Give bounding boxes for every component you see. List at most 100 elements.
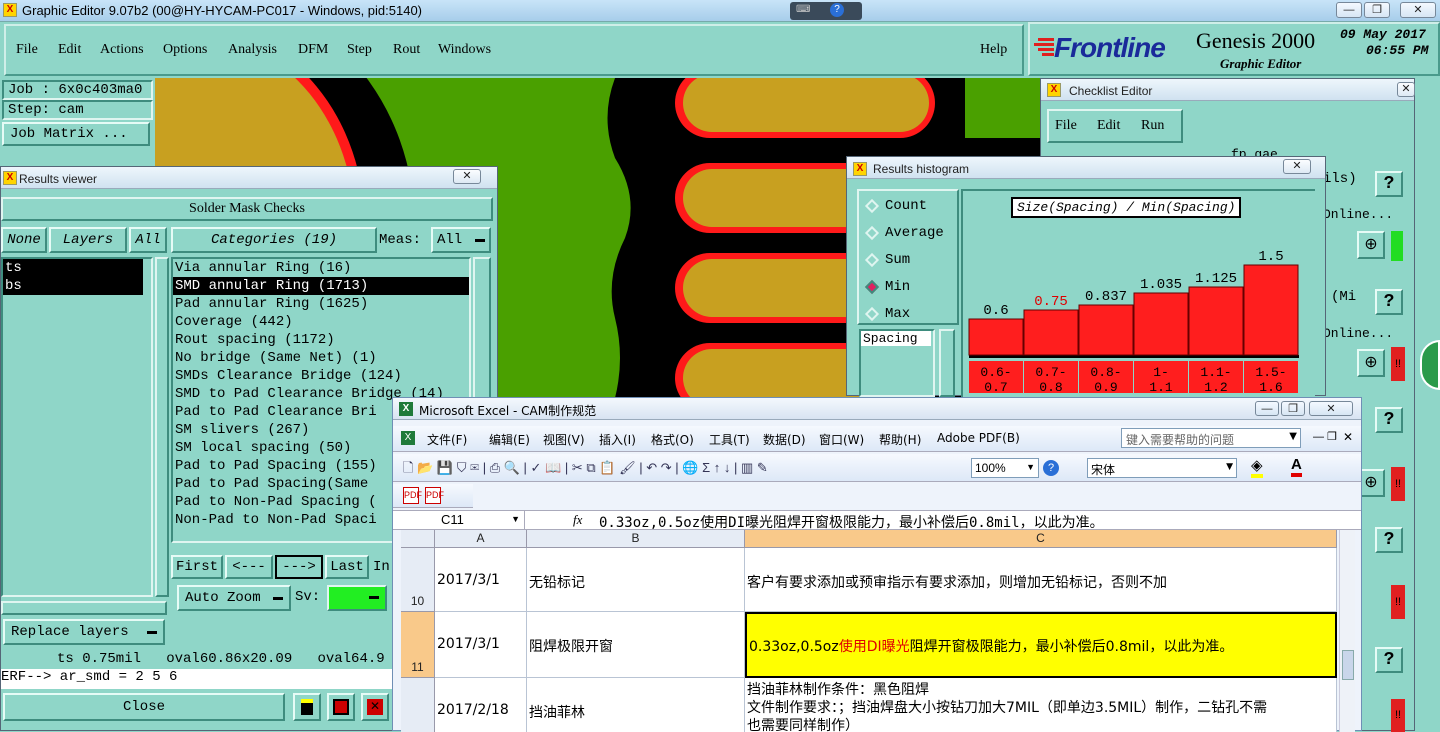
doc-restore-icon[interactable]: ❐	[1327, 430, 1337, 443]
all-button[interactable]: All	[129, 227, 167, 253]
table-cell[interactable]: 挡油菲林制作条件：黑色阻焊 文件制作要求：；挡油焊盘大小按钻刀加大7MIL（即单…	[745, 678, 1337, 732]
spelling-icon[interactable]: ✓	[531, 460, 542, 475]
table-cell[interactable]: 客户有要求添加或预审指示有要求添加，则增加无铅标记，否则不加	[745, 548, 1337, 612]
tool-button-2[interactable]	[327, 693, 355, 721]
tool-button-1[interactable]	[293, 693, 321, 721]
checklist-menu-file[interactable]: File	[1055, 118, 1077, 134]
excel-menu-item[interactable]: 数据(D)	[763, 431, 806, 448]
option-max[interactable]: Max	[864, 305, 955, 325]
help-circle-icon[interactable]: ?	[830, 3, 844, 17]
measure-item[interactable]: Spacing	[861, 331, 931, 346]
layer-item[interactable]: ts	[3, 259, 143, 277]
checklist-help-button-1[interactable]: ?	[1375, 171, 1403, 197]
histogram-close-button[interactable]: ✕	[1283, 159, 1311, 174]
side-float-button[interactable]	[1420, 340, 1440, 390]
table-cell[interactable]: 2017/3/1	[435, 612, 527, 678]
histogram-bar[interactable]	[1188, 286, 1244, 356]
layer-item[interactable]: bs	[3, 277, 143, 295]
previous-button[interactable]: <---	[225, 555, 273, 579]
layers-button[interactable]: Layers	[49, 227, 127, 253]
auto-zoom-dropdown[interactable]: Auto Zoom	[177, 585, 291, 611]
drawing-icon[interactable]: ✎	[757, 460, 768, 475]
restore-button[interactable]: ❐	[1364, 2, 1390, 18]
checklist-help-button-5[interactable]: ?	[1375, 647, 1403, 673]
category-item[interactable]: Rout spacing (1172)	[173, 331, 469, 349]
sv-color-dropdown[interactable]	[327, 585, 387, 611]
next-button[interactable]: --->	[275, 555, 323, 579]
category-item[interactable]: SMDs Clearance Bridge (124)	[173, 367, 469, 385]
undo-icon[interactable]: ↶	[646, 460, 657, 475]
print-preview-icon[interactable]: 🔍	[504, 460, 520, 475]
sort-descending-icon[interactable]: ↓	[724, 460, 731, 475]
select-all-corner[interactable]	[401, 530, 435, 548]
in-button[interactable]: In	[373, 559, 390, 575]
tool-button-3[interactable]: ✕	[361, 693, 389, 721]
zoom-dropdown[interactable]: 100% ▼	[971, 458, 1039, 478]
histogram-bar[interactable]	[968, 318, 1024, 356]
table-cell[interactable]: 挡油菲林	[527, 678, 745, 732]
histogram-bar[interactable]	[1078, 304, 1134, 356]
menu-actions[interactable]: Actions	[100, 42, 144, 58]
new-icon[interactable]: 🗋	[403, 460, 413, 475]
help-icon[interactable]: ?	[1043, 460, 1059, 476]
histogram-bar[interactable]	[1133, 292, 1189, 356]
option-min[interactable]: Min	[864, 278, 955, 298]
row-header-12[interactable]	[401, 678, 435, 732]
excel-vertical-scrollbar[interactable]	[1339, 530, 1355, 732]
formula-content[interactable]: 0.33oz,0.5oz使用DI曝光阻焊开窗极限能力，最小补偿后0.8mil，以…	[599, 512, 1104, 532]
row-header-10[interactable]: 10	[401, 548, 435, 612]
category-item[interactable]: Pad annular Ring (1625)	[173, 295, 469, 313]
keyboard-icon[interactable]: ⌨	[796, 4, 810, 15]
excel-menu-item[interactable]: Adobe PDF(B)	[937, 431, 1020, 445]
meas-dropdown[interactable]: All	[431, 227, 491, 253]
table-cell[interactable]: 2017/2/18	[435, 678, 527, 732]
replace-layers-dropdown[interactable]: Replace layers	[3, 619, 165, 645]
research-icon[interactable]: 📖	[545, 460, 561, 475]
column-header-a[interactable]: A	[435, 530, 527, 548]
excel-menu-item[interactable]: 帮助(H)	[879, 431, 921, 448]
menu-file[interactable]: File	[16, 42, 38, 58]
category-item[interactable]: SMD annular Ring (1713)	[173, 277, 469, 295]
fx-icon[interactable]: fx	[573, 512, 582, 528]
font-color-icon[interactable]: A	[1291, 457, 1302, 477]
doc-close-icon[interactable]: ✕	[1343, 430, 1353, 444]
excel-menu-item[interactable]: 工具(T)	[709, 431, 750, 448]
excel-menu-item[interactable]: 视图(V)	[543, 431, 585, 448]
open-icon[interactable]: 📂	[417, 460, 433, 475]
print-icon[interactable]: ⎙	[490, 460, 500, 475]
paste-icon[interactable]: 📋	[599, 460, 615, 475]
checklist-zoom-button-2[interactable]: ⊕	[1357, 349, 1385, 377]
excel-menu-item[interactable]: 格式(O)	[651, 431, 694, 448]
autosum-icon[interactable]: Σ	[702, 460, 710, 475]
categories-button[interactable]: Categories (19)	[171, 227, 377, 253]
layer-list-scrollbar[interactable]	[155, 257, 169, 597]
save-icon[interactable]: 💾	[437, 460, 453, 475]
active-cell-c11[interactable]: 0.33oz,0.5oz使用DI曝光阻焊开窗极限能力，最小补偿后0.8mil，以…	[745, 612, 1337, 678]
menu-step[interactable]: Step	[347, 42, 372, 58]
convert-to-pdf-icon[interactable]: PDF	[403, 487, 422, 504]
close-results-button[interactable]: Close	[3, 693, 285, 721]
last-button[interactable]: Last	[325, 555, 369, 579]
table-cell[interactable]: 2017/3/1	[435, 548, 527, 612]
menu-rout[interactable]: Rout	[393, 42, 420, 58]
format-painter-icon[interactable]: 🖌	[619, 460, 636, 475]
checklist-menu-run[interactable]: Run	[1141, 118, 1164, 134]
copy-icon[interactable]: ⧉	[586, 460, 595, 475]
fill-color-icon[interactable]: ◈	[1251, 458, 1263, 478]
checklist-close-button[interactable]: ✕	[1397, 82, 1415, 97]
excel-restore-button[interactable]: ❐	[1281, 401, 1305, 416]
layer-list-hscrollbar[interactable]	[1, 601, 167, 615]
menu-edit[interactable]: Edit	[58, 42, 81, 58]
category-item[interactable]: No bridge (Same Net) (1)	[173, 349, 469, 367]
radio-diamond-icon[interactable]	[864, 252, 880, 268]
radio-diamond-icon[interactable]	[864, 225, 880, 241]
menu-dfm[interactable]: DFM	[298, 42, 328, 58]
permission-icon[interactable]: ⛉	[457, 460, 467, 475]
none-button[interactable]: None	[1, 227, 47, 253]
measure-scrollbar[interactable]	[939, 329, 955, 397]
redo-icon[interactable]: ↷	[661, 460, 672, 475]
column-header-c[interactable]: C	[745, 530, 1337, 548]
scrollbar-thumb[interactable]	[1342, 650, 1354, 680]
chart-wizard-icon[interactable]: ▥	[741, 460, 753, 475]
menu-help[interactable]: Help	[980, 42, 1007, 58]
